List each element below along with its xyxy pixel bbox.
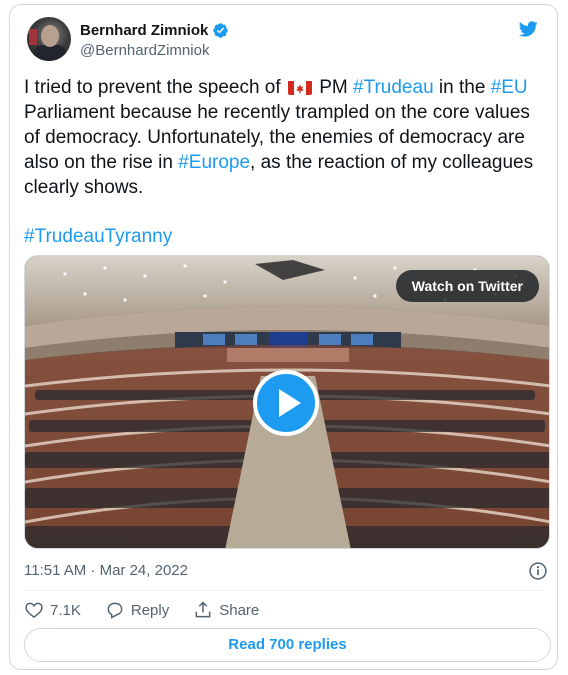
twitter-bird-icon[interactable] [516,19,540,39]
divider [24,590,544,591]
hashtag-trudeau-link[interactable]: #Trudeau [353,77,434,98]
reply-bubble-icon [107,602,123,619]
tweet-card[interactable]: Bernhard Zimniok @BernhardZimniok I trie… [9,4,558,670]
canada-flag-icon [287,79,312,95]
reply-label: Reply [130,601,170,619]
tweet-text: I tried to prevent the speech of PM #Tru… [24,75,549,200]
verified-badge-icon [213,23,229,38]
info-icon[interactable] [528,561,548,581]
share-label: Share [219,601,260,619]
read-replies-button[interactable]: Read 700 replies [24,628,551,662]
like-count: 7.1K [50,601,81,619]
tweet-meta: 11:51 AM · Mar 24, 2022 [24,561,550,581]
hashtag-trudeautyranny-link[interactable]: #TrudeauTyranny [24,224,172,249]
hashtag-eu-link[interactable]: #EU [491,77,528,98]
play-icon [279,389,301,417]
tweet-timestamp[interactable]: 11:51 AM · Mar 24, 2022 [24,562,188,579]
tweet-text-part-1: I tried to prevent the speech of [24,77,286,98]
share-button[interactable]: Share [193,600,259,620]
author-display-name[interactable]: Bernhard Zimniok [80,21,229,40]
tweet-header: Bernhard Zimniok @BernhardZimniok [24,17,544,61]
video-media[interactable]: Watch on Twitter [24,255,550,549]
heart-icon [25,602,43,619]
play-button[interactable] [253,370,319,436]
author-name-text[interactable]: Bernhard Zimniok [80,21,208,40]
watch-on-twitter-button[interactable]: Watch on Twitter [395,270,539,302]
like-button[interactable]: 7.1K [24,600,81,620]
hashtag-europe-link[interactable]: #Europe [178,152,250,173]
author-block[interactable]: Bernhard Zimniok @BernhardZimniok [80,21,229,60]
tweet-actions: 7.1K Reply Share [24,598,283,622]
avatar[interactable] [27,17,71,61]
tweet-text-part-3: in the [433,77,491,98]
reply-button[interactable]: Reply [105,600,169,620]
author-handle[interactable]: @BernhardZimniok [80,41,229,60]
tweet-text-part-2: PM [313,77,353,98]
share-icon [195,601,211,618]
